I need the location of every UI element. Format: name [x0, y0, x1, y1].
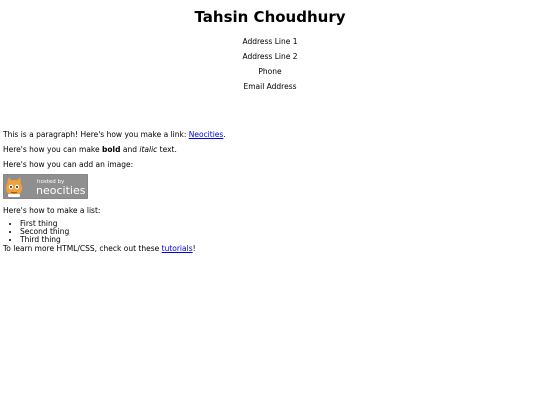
paragraph-text: To learn more HTML/CSS, check out these	[3, 244, 162, 253]
paragraph-text: .	[223, 130, 226, 139]
main-content: This is a paragraph! Here's how you make…	[3, 130, 537, 254]
page-title: Tahsin Choudhury	[194, 8, 346, 26]
page: Tahsin Choudhury Address Line 1 Address …	[0, 0, 540, 405]
list-item: First thing	[20, 220, 537, 228]
paragraph-image: Here's how you can add an image:	[3, 160, 134, 169]
address-line-1: Address Line 1	[242, 37, 298, 46]
paragraph-text: !	[192, 244, 196, 253]
neocities-link[interactable]: Neocities	[189, 130, 224, 139]
paragraph-text: text.	[157, 145, 177, 154]
bullet-list: First thing Second thing Third thing	[3, 220, 537, 244]
list-item: Third thing	[20, 236, 537, 244]
paragraph-text: This is a paragraph! Here's how you make…	[3, 130, 189, 139]
address-line-2: Address Line 2	[242, 52, 298, 61]
italic-text: italic	[139, 145, 158, 154]
hosted-by-neocities-badge: hosted by neocities	[3, 174, 88, 199]
paragraph-tutorials: To learn more HTML/CSS, check out these …	[3, 244, 537, 254]
bold-text: bold	[102, 145, 121, 154]
paragraph-formatting: Here's how you can make bold and italic …	[3, 145, 537, 155]
paragraph-link: This is a paragraph! Here's how you make…	[3, 130, 537, 140]
paragraph-text: Here's how you can make	[3, 145, 102, 154]
contact-block: Address Line 1 Address Line 2 Phone Emai…	[3, 37, 537, 92]
list-item: Second thing	[20, 228, 537, 236]
badge-big-text: neocities	[36, 184, 86, 197]
paragraph-text: and	[120, 145, 140, 154]
phone: Phone	[258, 67, 282, 76]
tutorials-link[interactable]: tutorials	[162, 244, 193, 253]
paragraph-list: Here's how to make a list:	[3, 206, 101, 215]
email-address: Email Address	[243, 82, 297, 91]
